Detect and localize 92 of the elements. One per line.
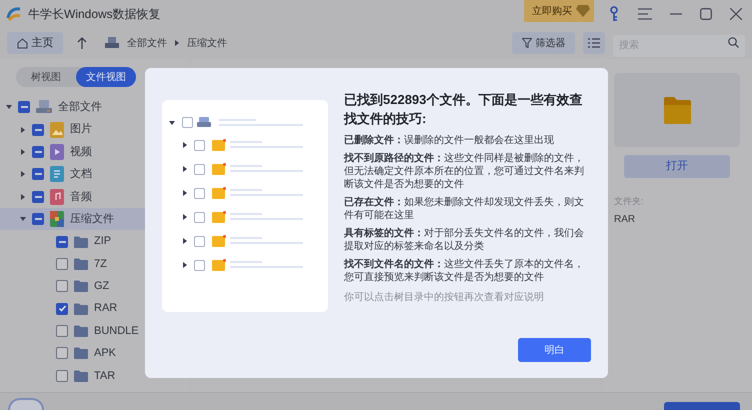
caret-right-icon[interactable] xyxy=(20,171,26,178)
tree-item[interactable]: GZ xyxy=(0,275,190,298)
home-button[interactable]: 主页 xyxy=(7,32,63,54)
caret-right-icon[interactable] xyxy=(20,194,26,200)
tree-label: TAR xyxy=(94,368,116,384)
list-icon xyxy=(588,38,600,48)
tree-label: 音频 xyxy=(70,190,92,204)
document-icon xyxy=(50,166,64,182)
type-label: 文件夹: xyxy=(614,195,645,208)
folder-icon xyxy=(74,347,88,360)
key-icon[interactable] xyxy=(608,6,620,22)
tree-label: 全部文件 xyxy=(58,100,102,115)
menu-icon[interactable] xyxy=(638,8,652,20)
tree-item[interactable]: 文档 xyxy=(0,163,190,186)
view-tab[interactable]: 文件视图 xyxy=(76,67,136,87)
checkbox[interactable] xyxy=(32,124,44,136)
folder-icon xyxy=(74,302,88,315)
archive-icon xyxy=(50,211,64,228)
tree-label: 图片 xyxy=(70,122,92,138)
checkbox[interactable] xyxy=(32,190,44,203)
tree-label: BUNDLE xyxy=(94,324,139,339)
tree-item[interactable]: 7Z xyxy=(0,252,190,276)
tip-text: 已删除文件：误删除的文件一般都会在这里出现 xyxy=(344,134,555,147)
tree-item[interactable]: 视频 xyxy=(0,140,190,164)
view-tab[interactable]: 树视图 xyxy=(16,67,76,87)
dialog-title: 已找到522893个文件。下面是一些有效查找文件的技巧: xyxy=(344,91,584,128)
checkbox[interactable] xyxy=(56,325,68,338)
caret-right-icon[interactable] xyxy=(20,148,26,155)
diamond-icon xyxy=(576,5,590,17)
tree-label: 压缩文件 xyxy=(70,212,114,227)
maximize-icon[interactable] xyxy=(700,8,712,20)
video-file-icon xyxy=(50,144,64,160)
drive-icon xyxy=(36,100,52,114)
tip-text: 已存在文件：如果您未删除文件却发现文件丢失，则文件有可能在这里 xyxy=(344,196,585,222)
checkbox[interactable] xyxy=(56,302,68,315)
checkbox[interactable] xyxy=(56,236,68,248)
checkmark-icon xyxy=(58,304,66,314)
file-name: RAR xyxy=(614,212,636,226)
drive-icon xyxy=(105,37,119,49)
filter-icon xyxy=(522,38,532,48)
checkbox[interactable] xyxy=(56,280,68,292)
tree-label: 视频 xyxy=(70,144,92,160)
tree-label: ZIP xyxy=(94,234,112,250)
tree-label: 文档 xyxy=(70,166,92,182)
music-file-icon xyxy=(50,188,64,205)
checkbox[interactable] xyxy=(32,213,44,226)
image-file-icon xyxy=(50,122,64,138)
tree-label: 7Z xyxy=(94,256,107,272)
tree-item[interactable]: TAR xyxy=(0,364,190,388)
breadcrumb-link[interactable]: 全部文件 xyxy=(127,36,167,50)
tree-item[interactable]: 图片 xyxy=(0,118,190,141)
tree-label: APK xyxy=(94,346,116,362)
checkbox[interactable] xyxy=(56,258,68,270)
caret-down-icon[interactable] xyxy=(6,104,12,110)
tree-label: RAR xyxy=(94,301,118,316)
checkbox[interactable] xyxy=(56,347,68,360)
tree-label: GZ xyxy=(94,279,110,294)
tree-item[interactable]: BUNDLE xyxy=(0,320,190,342)
folder-icon xyxy=(74,370,88,382)
folder-icon xyxy=(74,325,88,338)
tree-item[interactable]: ZIP xyxy=(0,230,190,253)
window-title: 牛学长Windows数据恢复 xyxy=(28,6,161,23)
breadcrumb-link[interactable]: 压缩文件 xyxy=(187,36,227,50)
tree-item[interactable]: 音频 xyxy=(0,186,190,208)
tip-text: 找不到文件名的文件：这些文件丢失了原本的文件名，您可直接预览来判断该文件是否为想要的文件 xyxy=(344,258,585,284)
folder-icon xyxy=(74,258,88,270)
tree-item[interactable]: RAR xyxy=(0,298,190,320)
close-icon[interactable] xyxy=(730,8,742,20)
app-logo-icon xyxy=(6,6,22,22)
folder-icon xyxy=(664,96,690,124)
folder-icon xyxy=(74,236,88,248)
checkbox[interactable] xyxy=(32,168,44,180)
list-view-button[interactable] xyxy=(583,32,605,54)
caret-right-icon[interactable] xyxy=(20,126,26,133)
caret-down-icon[interactable] xyxy=(20,216,26,222)
tree-item[interactable]: APK xyxy=(0,342,190,365)
tip-text: 具有标签的文件：对于部分丢失文件名的文件，我们会提取对应的标签来命名以及分类 xyxy=(344,227,585,253)
home-icon xyxy=(16,38,28,48)
confirm-button[interactable]: 明白 xyxy=(518,338,591,362)
checkbox[interactable] xyxy=(18,101,30,114)
open-button[interactable]: 打开 xyxy=(624,155,730,178)
folder-icon xyxy=(74,280,88,292)
checkbox[interactable] xyxy=(56,370,68,382)
checkbox[interactable] xyxy=(32,146,44,158)
filter-button[interactable]: 筛选器 xyxy=(512,32,575,54)
tip-text: 找不到原路径的文件：这些文件同样是被删除的文件，但无法确定文件原本所在的位置，您可通过文件名来判断该文件是否为想要的文件 xyxy=(344,152,585,191)
buy-button[interactable]: 立即购买 xyxy=(524,0,594,22)
hint-text: 你可以点击树目录中的按钮再次查看对应说明 xyxy=(344,291,545,304)
search-icon[interactable] xyxy=(728,37,739,48)
up-arrow-icon[interactable] xyxy=(77,37,87,49)
caret-right-icon xyxy=(175,40,179,46)
tree-item[interactable]: 全部文件 xyxy=(0,96,190,118)
